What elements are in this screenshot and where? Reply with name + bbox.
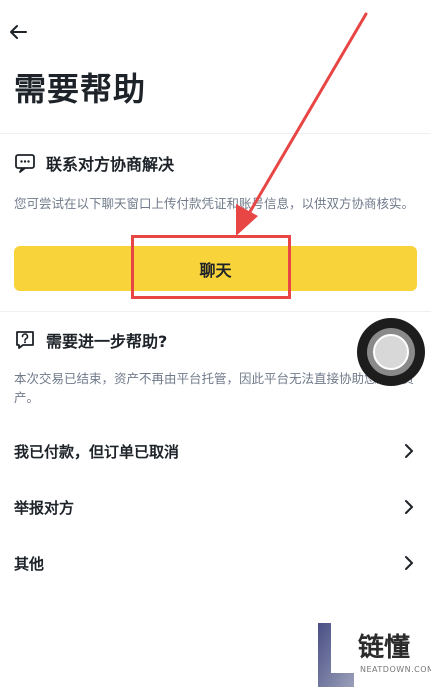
chat-bubble-icon <box>15 154 35 173</box>
question-icon <box>16 331 34 349</box>
option-other[interactable]: 其他 <box>0 535 431 591</box>
divider <box>0 311 431 312</box>
more-help-heading: 需要进一步帮助? <box>14 328 167 352</box>
floating-button-core <box>373 334 409 370</box>
chevron-right-icon <box>405 444 413 458</box>
option-label: 举报对方 <box>14 498 75 517</box>
option-label: 我已付款，但订单已取消 <box>14 442 180 461</box>
floating-assistive-button[interactable] <box>357 318 425 386</box>
chevron-right-icon <box>405 556 413 570</box>
page-title: 需要帮助 <box>14 70 147 108</box>
option-label: 其他 <box>14 554 45 573</box>
watermark-l-icon <box>318 623 354 687</box>
divider <box>0 133 431 134</box>
negotiate-section-heading: 联系对方协商解决 <box>14 151 174 175</box>
option-paid-but-cancelled[interactable]: 我已付款，但订单已取消 <box>0 423 431 479</box>
annotation-highlight-box <box>131 235 291 299</box>
more-help-heading-text: 需要进一步帮助? <box>46 332 168 351</box>
watermark-logo: 链懂 NEATDOWN.COM <box>316 621 431 691</box>
chevron-right-icon <box>405 500 413 514</box>
negotiate-heading-text: 联系对方协商解决 <box>46 155 175 174</box>
more-help-description: 本次交易已结束，资产不再由平台托管，因此平台无法直接协助您追回资产。 <box>14 371 415 405</box>
option-report-counterparty[interactable]: 举报对方 <box>0 479 431 535</box>
negotiate-description: 您可尝试在以下聊天窗口上传付款凭证和账号信息，以供双方协商核实。 <box>14 196 415 211</box>
back-arrow-icon[interactable] <box>6 20 30 44</box>
watermark-text-cn: 链懂 <box>358 633 411 663</box>
watermark-text-en: NEATDOWN.COM <box>360 665 431 674</box>
